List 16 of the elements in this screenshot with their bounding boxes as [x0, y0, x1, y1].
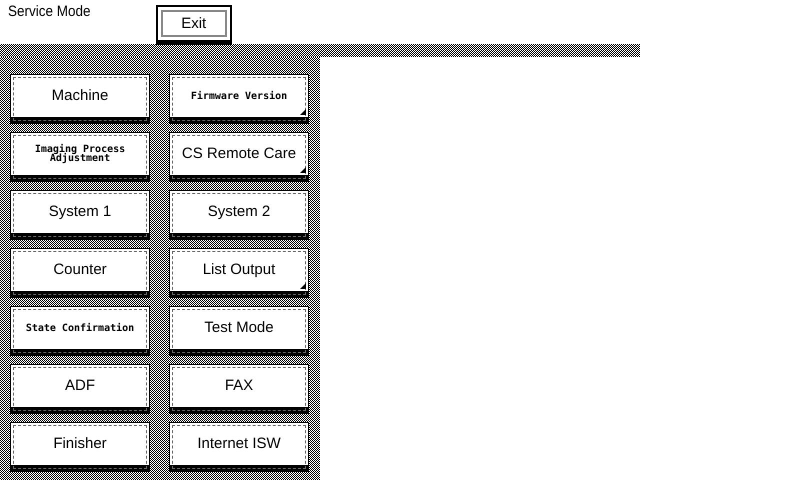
menu-button[interactable]: Internet ISW — [169, 422, 309, 472]
menu-button[interactable]: FAX — [169, 364, 309, 414]
screen-title: Service Mode — [8, 3, 91, 20]
menu-button[interactable]: Machine — [10, 74, 150, 124]
menu-button[interactable]: State Confirmation — [10, 306, 150, 356]
menu-button[interactable]: System 1 — [10, 190, 150, 240]
menu-button[interactable]: Test Mode — [169, 306, 309, 356]
menu-button[interactable]: Finisher — [10, 422, 150, 472]
menu-button[interactable]: ADF — [10, 364, 150, 414]
menu-button[interactable]: Counter — [10, 248, 150, 298]
exit-button[interactable]: Exit — [156, 5, 232, 45]
menu-button[interactable]: System 2 — [169, 190, 309, 240]
menu-button[interactable]: CS Remote Care — [169, 132, 309, 182]
menu-button[interactable]: Firmware Version — [169, 74, 309, 124]
menu-button[interactable]: Imaging Process Adjustment — [10, 132, 150, 182]
menu-button[interactable]: List Output — [169, 248, 309, 298]
